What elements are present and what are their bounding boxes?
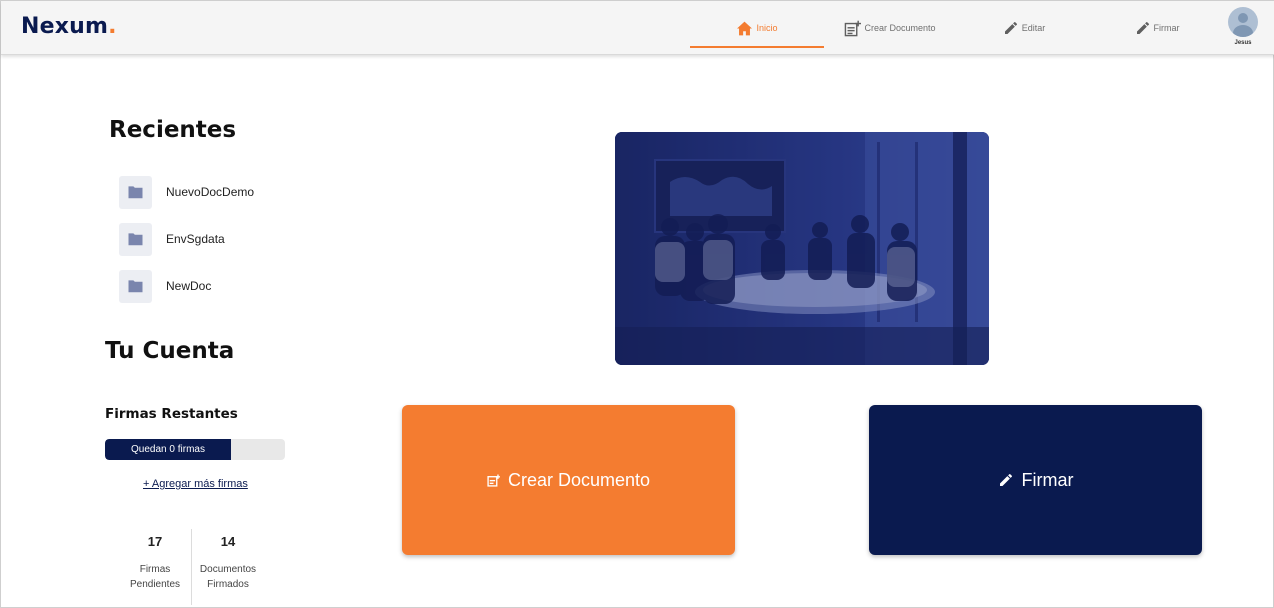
agregar-firmas-link[interactable]: + Agregar más firmas	[143, 478, 248, 490]
recent-item-label: NewDoc	[166, 279, 212, 293]
hero-meeting-image	[615, 132, 989, 365]
recent-item-label: EnvSgdata	[166, 232, 225, 246]
folder-icon	[119, 269, 152, 303]
note-add-icon	[487, 474, 500, 487]
active-tab-indicator	[690, 46, 824, 48]
note-add-icon	[845, 20, 862, 36]
tu-cuenta-heading: Tu Cuenta	[105, 338, 235, 364]
stat-value: 14	[220, 534, 236, 549]
recent-item[interactable]: EnvSgdata	[119, 222, 319, 256]
nav-crear-label: Crear Documento	[864, 23, 936, 33]
stat-documentos-firmados: 14 Documentos Firmados	[185, 534, 271, 592]
folder-icon	[119, 175, 152, 209]
nav-crear-documento[interactable]: Crear Documento	[834, 1, 946, 55]
recent-item-label: NuevoDocDemo	[166, 185, 255, 199]
firmar-label: Firmar	[1021, 469, 1074, 490]
recent-item[interactable]: NewDoc	[119, 269, 319, 303]
nexum-logo[interactable]: Nexum.	[21, 14, 117, 39]
nav-editar-label: Editar	[1021, 23, 1046, 33]
firmar-card[interactable]: Firmar	[869, 405, 1202, 555]
recent-item[interactable]: NuevoDocDemo	[119, 175, 319, 209]
stat-label: Documentos Firmados	[199, 564, 257, 590]
nav-firmar-label: Firmar	[1153, 23, 1180, 33]
nav-editar[interactable]: Editar	[986, 1, 1062, 55]
folder-icon	[119, 222, 152, 256]
pencil-icon	[1136, 21, 1149, 34]
user-menu[interactable]: Jesus	[1226, 7, 1260, 51]
pencil-icon	[999, 473, 1012, 486]
nav-inicio-label: Inicio	[756, 23, 778, 33]
recientes-heading: Recientes	[109, 117, 237, 143]
crear-documento-label: Crear Documento	[507, 469, 651, 490]
user-name: Jesus	[1234, 40, 1252, 46]
avatar-icon	[1228, 7, 1258, 37]
firmas-progress-fill: Quedan 0 firmas	[105, 439, 231, 460]
brand-name: Nexum	[21, 14, 109, 39]
home-icon	[737, 21, 753, 35]
pencil-icon	[1004, 21, 1017, 34]
stat-label: Firmas Pendientes	[129, 564, 181, 590]
stat-value: 17	[147, 534, 163, 549]
nav-firmar[interactable]: Firmar	[1119, 1, 1195, 55]
firmas-restantes-heading: Firmas Restantes	[105, 406, 238, 422]
brand-dot: .	[108, 14, 117, 39]
top-navbar: Nexum. Inicio Crear Documento Editar Fir…	[1, 1, 1274, 55]
firmas-progress-bar: Quedan 0 firmas	[105, 439, 285, 460]
crear-documento-card[interactable]: Crear Documento	[402, 405, 735, 555]
